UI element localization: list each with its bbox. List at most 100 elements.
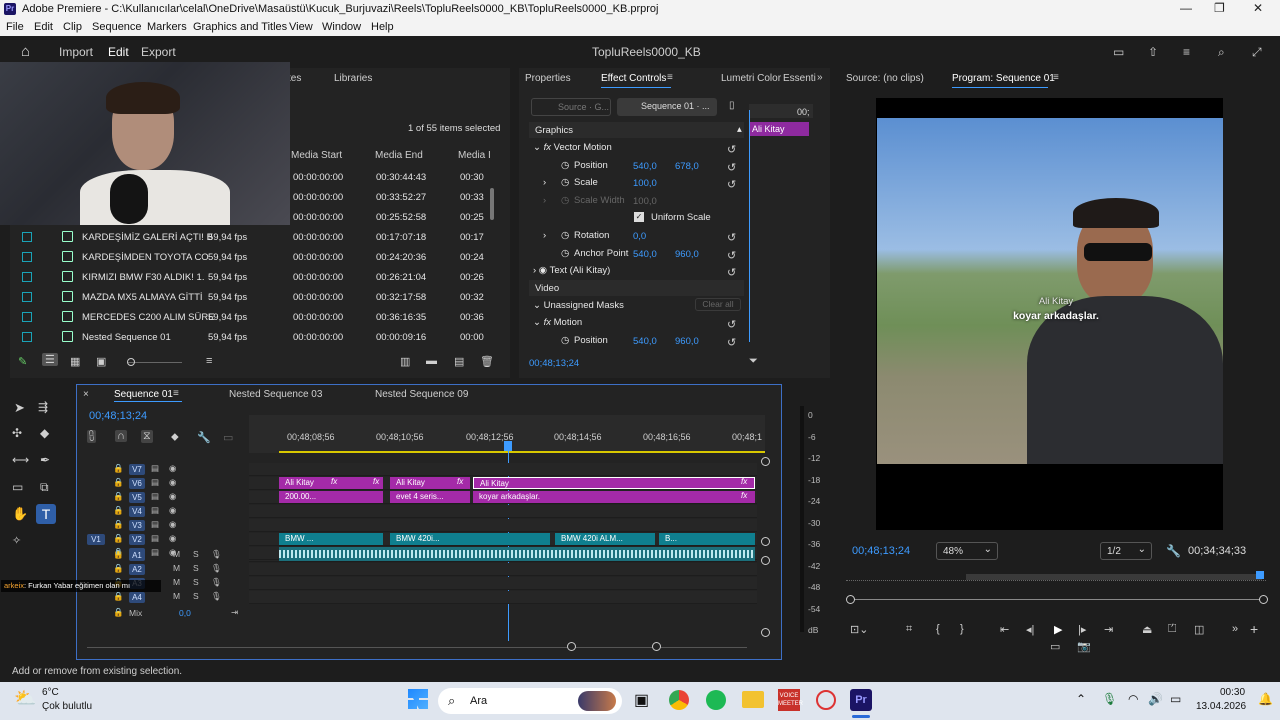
reset-icon[interactable]: ↺ <box>727 318 736 331</box>
menu-clip[interactable]: Clip <box>63 21 82 33</box>
clear-all-button[interactable]: Clear all <box>695 298 741 311</box>
new-item-icon[interactable]: ▤ <box>454 355 464 368</box>
close-tab-icon[interactable]: × <box>83 389 89 400</box>
v-scroll-handle[interactable] <box>761 457 770 466</box>
track-label[interactable]: A2 <box>129 564 145 575</box>
freeform-view-icon[interactable]: ▣ <box>96 355 106 368</box>
safe-margins-icon[interactable]: ⊡⌄ <box>850 623 868 636</box>
panel-menu-icon[interactable]: ≡ <box>173 388 179 399</box>
reset-icon[interactable]: ↺ <box>727 178 736 191</box>
motion-position-y[interactable]: 960,0 <box>675 336 699 347</box>
filter-icon[interactable]: ⏷ <box>749 355 758 368</box>
export-frame-icon[interactable]: 📷 <box>1077 640 1091 653</box>
automate-icon[interactable]: ▥ <box>400 355 410 368</box>
menu-view[interactable]: View <box>289 21 313 33</box>
lock-icon[interactable]: 🔒 <box>113 591 124 602</box>
expand-rotation-icon[interactable]: › <box>543 230 546 241</box>
video-track-header[interactable]: 🔒 V7 ▤ ◉ <box>105 463 265 476</box>
lock-icon[interactable]: 🔒 <box>113 533 124 544</box>
hand-tool-icon[interactable]: ✋ <box>12 506 28 522</box>
resolution-select[interactable]: 1/2 ⌄ <box>1100 542 1152 560</box>
motion-row[interactable]: ⌄ fx Motion <box>533 317 582 328</box>
add-marker-icon[interactable]: ⬥ <box>171 431 179 444</box>
microphone-icon[interactable]: 🎙 <box>1102 692 1117 706</box>
eye-icon[interactable]: ◉ <box>169 491 176 502</box>
tab-lumetri-color[interactable]: Lumetri Color <box>721 73 781 84</box>
solo-button[interactable]: S <box>193 549 199 559</box>
nest-icon[interactable]: ⩉ <box>87 430 96 443</box>
sort-icon[interactable]: ≡ <box>206 355 212 367</box>
battery-icon[interactable]: ▭ <box>1170 692 1181 706</box>
lock-icon[interactable]: 🔒 <box>113 549 124 560</box>
task-view-icon[interactable]: ▣ <box>634 690 649 710</box>
go-to-out-icon[interactable]: ⇥ <box>1104 623 1113 636</box>
reset-icon[interactable]: ↺ <box>727 336 736 349</box>
video-track-lane[interactable] <box>249 505 757 518</box>
h-scroll-handle[interactable] <box>567 642 576 651</box>
track-label[interactable]: V2 <box>129 534 145 545</box>
premiere-taskbar-icon[interactable]: Pr <box>850 689 872 711</box>
selection-tool-icon[interactable]: ➤ <box>14 400 25 416</box>
collapse-icon[interactable]: ▴ <box>737 124 742 135</box>
clip-v4[interactable]: koyar arkadaşlar. <box>473 491 755 503</box>
eye-icon[interactable]: ◉ <box>169 519 176 530</box>
project-row[interactable]: KIRMIZI BMW F30 ALDIK! 1. 59,94 fps 00:00:… <box>10 268 488 286</box>
snap-icon[interactable]: ∩ <box>115 430 127 442</box>
clip-v4[interactable]: evet 4 seris... <box>390 491 470 503</box>
solo-button[interactable]: S <box>193 577 199 587</box>
export-tab[interactable]: Export <box>141 45 176 59</box>
audio-track-header[interactable]: 🔒 A4 M S 🎙 <box>105 591 265 604</box>
position-y[interactable]: 678,0 <box>675 161 699 172</box>
col-media-start[interactable]: Media Start <box>291 150 342 161</box>
maximize-icon[interactable]: ❐ <box>1214 1 1225 15</box>
mute-button[interactable]: M <box>173 577 180 587</box>
zoom-select[interactable]: 48% ⌄ <box>936 542 998 560</box>
recording-app-icon[interactable] <box>816 690 836 710</box>
fx-badge[interactable]: fx <box>457 477 463 486</box>
video-track-header[interactable]: 🔒 V5 ▤ ◉ <box>105 491 265 504</box>
taskbar-search[interactable]: ⌕ Ara <box>438 688 622 714</box>
workspaces-icon[interactable]: ≡ <box>1183 45 1190 59</box>
project-row[interactable]: KARDEŞİMDEN TOYOTA CO 59,94 fps 00:00:00:0… <box>10 248 488 266</box>
panel-menu-icon[interactable]: ≡ <box>667 72 673 83</box>
tab-nested-sequence-03[interactable]: Nested Sequence 03 <box>229 389 322 400</box>
volume-icon[interactable]: 🔊 <box>1148 692 1163 706</box>
eye-icon[interactable]: ◉ <box>169 533 176 544</box>
lock-icon[interactable]: 🔒 <box>113 477 124 488</box>
stopwatch-icon[interactable]: ◷ <box>561 335 569 346</box>
program-playhead[interactable] <box>1256 571 1264 579</box>
project-row[interactable]: MAZDA MX5 ALMAYA GİTTİ 59,94 fps 00:00:00:… <box>10 288 488 306</box>
menu-edit[interactable]: Edit <box>34 21 53 33</box>
sync-lock-icon[interactable]: ▤ <box>151 463 159 474</box>
eye-icon[interactable]: ◉ <box>169 505 176 516</box>
add-marker-icon[interactable]: ⌗ <box>906 623 912 636</box>
audio-track-header[interactable]: 🔒 A1 M S 🎙 <box>105 549 265 562</box>
uniform-scale-checkbox[interactable]: ✓ <box>634 212 644 222</box>
lift-icon[interactable]: ⏏ <box>1142 623 1152 636</box>
spotify-icon[interactable] <box>706 690 726 710</box>
fullscreen-icon[interactable]: ⤢ <box>1252 45 1262 60</box>
reset-icon[interactable]: ↺ <box>727 266 736 279</box>
solo-button[interactable]: S <box>193 591 199 601</box>
lock-icon[interactable]: 🔒 <box>113 519 124 530</box>
text-layer-row[interactable]: › ◉ Text (Ali Kitay) <box>533 265 610 276</box>
solo-button[interactable]: S <box>193 563 199 573</box>
type-tool-icon[interactable]: T <box>36 504 56 524</box>
panel-layout-icon[interactable]: ▭ <box>1113 45 1124 59</box>
timeline-timecode[interactable]: 00;48;13;24 <box>89 410 147 422</box>
video-track-header[interactable]: 🔒 V3 ▤ ◉ <box>105 519 265 532</box>
slip-tool-icon[interactable]: ⟷ <box>12 453 29 467</box>
captions-icon[interactable]: ▭ <box>223 431 233 444</box>
import-tab[interactable]: Import <box>59 45 93 59</box>
col-media-end[interactable]: Media End <box>375 150 423 161</box>
project-scrollbar[interactable] <box>490 188 494 220</box>
ec-playhead[interactable] <box>749 110 750 342</box>
record-mic-icon[interactable]: 🎙 <box>211 549 222 560</box>
clip-v5-selected[interactable]: Ali Kitay <box>473 477 755 489</box>
scale-value[interactable]: 100,0 <box>633 178 657 189</box>
lock-icon[interactable]: 🔒 <box>113 491 124 502</box>
sync-lock-icon[interactable]: ▤ <box>151 477 159 488</box>
panel-menu-icon[interactable]: ≡ <box>1053 72 1059 83</box>
video-track-header[interactable]: 🔒 V4 ▤ ◉ <box>105 505 265 518</box>
menu-window[interactable]: Window <box>322 21 361 33</box>
